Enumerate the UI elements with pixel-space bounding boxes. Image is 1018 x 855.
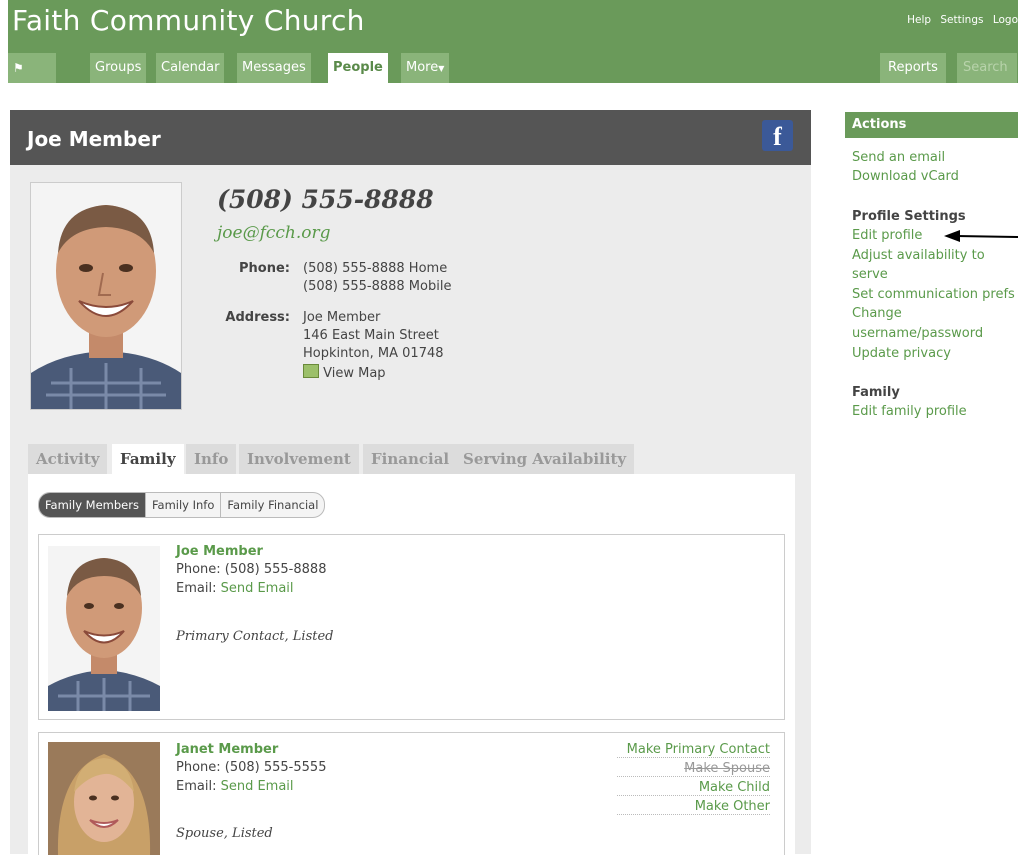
make-spouse-link: Make Spouse <box>617 761 770 777</box>
member-photo <box>48 546 160 711</box>
home-icon: ⚑ <box>13 61 24 75</box>
help-link[interactable]: Help <box>907 14 931 26</box>
make-other-link[interactable]: Make Other <box>617 799 770 815</box>
edit-profile-link[interactable]: Edit profile <box>852 228 922 243</box>
man-portrait-icon <box>48 546 160 711</box>
dropdown-caret-icon: ▼ <box>438 64 445 73</box>
member-name-link[interactable]: Janet Member <box>176 742 278 757</box>
subtab-family-members[interactable]: Family Members <box>39 493 146 517</box>
family-heading: Family <box>852 385 900 400</box>
member-name-link[interactable]: Joe Member <box>176 544 263 559</box>
subtab-family-info[interactable]: Family Info <box>146 493 222 517</box>
member-note: Spouse, Listed <box>176 826 273 841</box>
tab-family[interactable]: Family <box>112 444 184 474</box>
edit-family-profile-link[interactable]: Edit family profile <box>852 404 967 419</box>
map-icon <box>303 364 319 378</box>
profile-photo <box>30 182 182 410</box>
tab-involvement[interactable]: Involvement <box>239 444 359 474</box>
profile-name: Joe Member <box>27 127 161 151</box>
nav-home[interactable]: ⚑ Home <box>8 53 57 106</box>
set-communication-prefs-link[interactable]: Set communication prefs <box>852 287 1015 302</box>
adjust-availability-link-cont[interactable]: serve <box>852 267 888 282</box>
facebook-icon[interactable]: f <box>762 120 793 151</box>
woman-portrait-icon <box>48 742 160 855</box>
profile-email-link[interactable]: joe@fcch.org <box>217 223 331 243</box>
nav-more[interactable]: More▼ <box>401 53 450 83</box>
view-map-link[interactable]: View Map <box>303 364 386 381</box>
member-phone: Phone: (508) 555-5555 <box>176 760 327 775</box>
send-email-link[interactable]: Send Email <box>221 779 294 794</box>
member-phone: Phone: (508) 555-8888 <box>176 562 327 577</box>
member-photo <box>48 742 160 855</box>
send-email-link[interactable]: Send Email <box>221 581 294 596</box>
subtab-family-financial[interactable]: Family Financial <box>221 493 324 517</box>
profile-settings-heading: Profile Settings <box>852 209 966 224</box>
top-links: Help Settings Logo <box>901 14 1018 26</box>
search-input[interactable]: Search <box>957 53 1017 83</box>
pointer-arrow-icon <box>944 230 1018 242</box>
nav-people[interactable]: People <box>328 53 388 83</box>
reports-button[interactable]: Reports <box>880 53 946 83</box>
phone-mobile: (508) 555-8888 Mobile <box>303 279 452 294</box>
nav-messages[interactable]: Messages <box>237 53 311 83</box>
actions-header: Actions <box>845 112 1018 138</box>
settings-link[interactable]: Settings <box>940 14 983 26</box>
phone-label: Phone: <box>239 261 290 276</box>
profile-header: Joe Member f <box>10 110 811 165</box>
make-primary-contact-link[interactable]: Make Primary Contact <box>617 742 770 758</box>
phone-home: (508) 555-8888 Home <box>303 261 448 276</box>
download-vcard-action[interactable]: Download vCard <box>852 169 959 184</box>
adjust-availability-link[interactable]: Adjust availability to <box>852 248 985 263</box>
address-line-3: Hopkinton, MA 01748 <box>303 346 444 361</box>
tab-activity[interactable]: Activity <box>28 444 108 474</box>
profile-phone-heading: (508) 555-8888 <box>217 185 434 214</box>
family-member-card: Joe Member Phone: (508) 555-8888 Email: … <box>38 534 785 720</box>
address-label: Address: <box>225 310 290 325</box>
man-portrait-icon <box>31 183 181 409</box>
tab-serving-availability[interactable]: Serving Availability <box>455 444 635 474</box>
family-member-card: Janet Member Phone: (508) 555-5555 Email… <box>38 732 785 855</box>
address-line-1: Joe Member <box>303 310 381 325</box>
nav-calendar[interactable]: Calendar <box>156 53 225 83</box>
member-email: Email: Send Email <box>176 581 294 596</box>
update-privacy-link[interactable]: Update privacy <box>852 346 951 361</box>
member-note: Primary Contact, Listed <box>176 629 334 644</box>
change-credentials-link-cont[interactable]: username/password <box>852 326 983 341</box>
nav-groups[interactable]: Groups <box>90 53 147 83</box>
send-email-action[interactable]: Send an email <box>852 150 945 165</box>
change-credentials-link[interactable]: Change <box>852 306 902 321</box>
make-child-link[interactable]: Make Child <box>617 780 770 796</box>
tab-info[interactable]: Info <box>186 444 237 474</box>
church-name[interactable]: Faith Community Church <box>12 4 365 37</box>
tab-financial[interactable]: Financial <box>363 444 458 474</box>
app-header: Faith Community Church Help Settings Log… <box>8 0 1018 106</box>
family-subtabs: Family Members Family Info Family Financia… <box>38 492 326 518</box>
member-email: Email: Send Email <box>176 779 294 794</box>
address-line-2: 146 East Main Street <box>303 328 439 343</box>
logout-link[interactable]: Logo <box>993 14 1018 26</box>
